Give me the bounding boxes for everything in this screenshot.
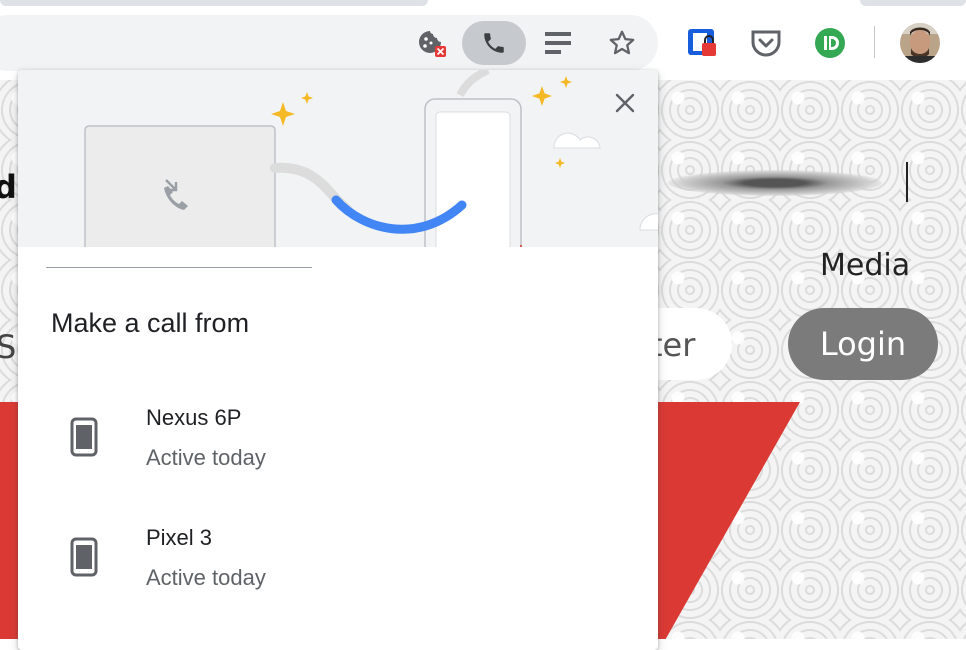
tab-strip-edge [0, 0, 428, 6]
star-icon[interactable] [600, 21, 644, 65]
device-status: Active today [146, 445, 266, 470]
close-icon[interactable] [610, 88, 640, 118]
extension-d-icon[interactable] [808, 21, 852, 65]
profile-avatar[interactable] [898, 21, 942, 65]
pocket-icon[interactable] [744, 21, 788, 65]
device-status: Active today [146, 565, 266, 590]
toolbar-separator [874, 26, 875, 58]
text-cursor [906, 162, 908, 202]
reading-list-icon[interactable] [536, 21, 580, 65]
cookie-blocked-icon[interactable] [410, 21, 454, 65]
device-name: Pixel 3 [146, 525, 213, 550]
smartphone-icon [70, 417, 98, 462]
nav-link-media[interactable]: Media [820, 248, 910, 283]
site-logo [668, 170, 882, 196]
illustration-base [18, 247, 658, 297]
call-illustration [18, 70, 658, 268]
phone-icon[interactable] [462, 21, 526, 65]
device-name: Nexus 6P [146, 405, 242, 430]
smartphone-icon [70, 537, 98, 582]
bitwarden-icon[interactable] [680, 21, 724, 65]
device-item-pixel-3[interactable]: Pixel 3 Active today [18, 513, 658, 623]
device-item-nexus-6p[interactable]: Nexus 6P Active today [18, 393, 658, 503]
tab-strip-edge [860, 0, 966, 6]
dialog-title: Make a call from [51, 308, 250, 338]
login-button[interactable]: Login [788, 308, 938, 380]
browser-toolbar [0, 0, 966, 80]
click-to-call-dialog: Make a call from Nexus 6P Active today P… [18, 70, 658, 650]
